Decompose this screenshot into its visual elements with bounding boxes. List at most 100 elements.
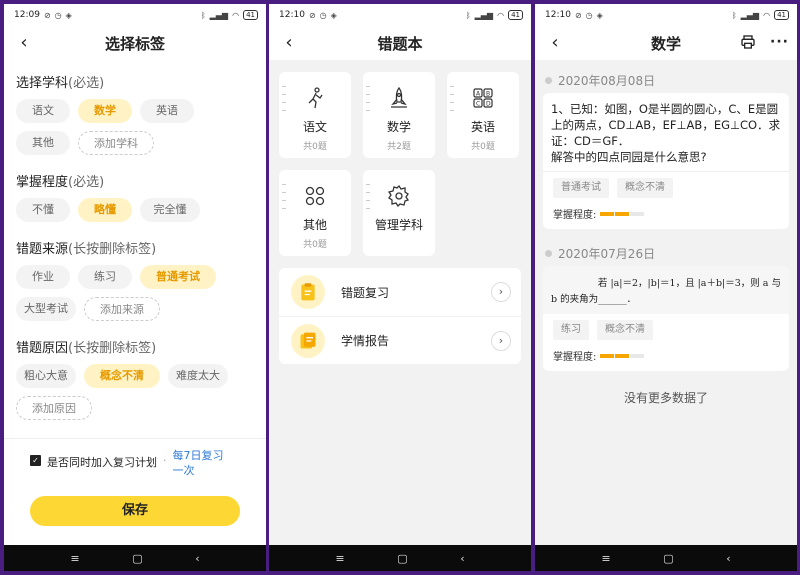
date-label: 2020年07月26日: [558, 247, 656, 261]
bluetooth-icon: ᛒ: [465, 10, 471, 20]
tag-other[interactable]: 其他: [16, 131, 70, 155]
app-notification-icon: ◈: [65, 10, 72, 20]
alarm-icon: ◷: [319, 10, 327, 20]
chevron-right-icon: ›: [491, 282, 511, 302]
status-bar: 12:09 ⊘ ◷ ◈ ᛒ ▂▄▆ ◠ 41: [4, 4, 266, 26]
subject-count: 共0题: [303, 142, 327, 152]
question-tag: 概念不清: [597, 320, 653, 340]
list-item-label: 学情报告: [341, 334, 390, 348]
bluetooth-icon: ᛒ: [200, 10, 206, 20]
alarm-icon: ◷: [54, 10, 62, 20]
list-item-report[interactable]: 学情报告 ›: [279, 316, 521, 364]
mastery-level: 掌握程度:: [543, 340, 789, 371]
add-subject-button[interactable]: 添加学科: [78, 131, 154, 155]
page-title: 数学: [650, 34, 681, 53]
tag-too-difficult[interactable]: 难度太大: [168, 364, 228, 388]
abcd-icon: A B C D: [473, 88, 493, 108]
add-reason-button[interactable]: 添加原因: [16, 396, 92, 420]
subject-card-other[interactable]: 其他 共0题: [279, 170, 351, 256]
mute-icon: ⊘: [574, 10, 582, 20]
tag-unclear-concept[interactable]: 概念不清: [84, 364, 160, 388]
mute-icon: ⊘: [308, 10, 316, 20]
printer-icon[interactable]: [740, 34, 756, 50]
page-title: 选择标签: [104, 34, 165, 53]
select-tags-screen: 12:09 ⊘ ◷ ◈ ᛒ ▂▄▆ ◠ 41 ‹ 选择标签 选择学科(必选) 语…: [4, 4, 266, 571]
home-icon[interactable]: ▢: [663, 552, 673, 565]
battery-icon: 41: [508, 10, 523, 20]
svg-text:C: C: [476, 101, 480, 108]
back-arrow-icon[interactable]: ‹: [14, 32, 34, 54]
section-mastery: 掌握程度(必选): [16, 175, 105, 190]
list-item-review[interactable]: 错题复习 ›: [279, 268, 521, 316]
add-source-button[interactable]: 添加来源: [84, 297, 160, 321]
rocket-icon: [391, 86, 407, 108]
back-icon[interactable]: ‹: [195, 552, 199, 565]
tag-not-understand[interactable]: 不懂: [16, 198, 70, 222]
clipboard-icon: [291, 275, 325, 309]
subject-card-english[interactable]: A B C D 英语 共0题: [447, 72, 519, 158]
date-header: 2020年08月08日: [535, 60, 797, 89]
menu-icon[interactable]: ≡: [70, 552, 79, 565]
status-time: 12:09: [14, 10, 40, 20]
more-icon[interactable]: ···: [770, 35, 789, 49]
back-arrow-icon[interactable]: ‹: [279, 32, 299, 54]
signal-icon: ▂▄▆: [209, 10, 229, 20]
status-time: 12:10: [545, 10, 571, 20]
save-button[interactable]: 保存: [30, 496, 240, 526]
system-nav-bar: ≡ ▢ ‹: [535, 545, 797, 571]
no-more-data-label: 没有更多数据了: [623, 391, 708, 405]
signal-icon: ▂▄▆: [474, 10, 494, 20]
subject-card-math[interactable]: 数学 共2题: [363, 72, 435, 158]
mastery-bar: [600, 353, 645, 358]
review-interval-link[interactable]: 每7日复习一次: [173, 448, 233, 478]
question-image: 若 |a|＝2，|b|＝1，且 |a＋b|＝3，则 a 与 b 的夹角为____…: [543, 266, 789, 314]
back-icon[interactable]: ‹: [726, 552, 730, 565]
manage-subjects-label: 管理学科: [374, 218, 423, 232]
question-text: 1、已知：如图，O是半圆的圆心，C、E是圆上的两点，CD⊥AB，EF⊥AB，EG…: [551, 102, 781, 164]
review-plan-label: 是否同时加入复习计划: [47, 456, 157, 469]
menu-icon[interactable]: ≡: [335, 552, 344, 565]
status-time: 12:10: [279, 10, 305, 20]
back-arrow-icon[interactable]: ‹: [545, 32, 565, 54]
subject-count: 共0题: [471, 142, 495, 152]
home-icon[interactable]: ▢: [397, 552, 407, 565]
nav-bar: ‹ 数学 ···: [535, 26, 797, 60]
wrong-questions-screen: 12:10 ⊘ ◷ ◈ ᛒ ▂▄▆ ◠ 41 ‹ 错题本 语文 共0题 数学 共…: [269, 4, 531, 571]
wifi-icon: ◠: [232, 10, 240, 20]
tag-regular-exam[interactable]: 普通考试: [140, 265, 216, 289]
date-header: 2020年07月26日: [535, 229, 797, 262]
wifi-icon: ◠: [497, 10, 505, 20]
status-bar: 12:10 ⊘ ◷ ◈ ᛒ ▂▄▆ ◠ 41: [535, 4, 797, 26]
tag-slightly-understand[interactable]: 略懂: [78, 198, 132, 222]
question-tag: 练习: [553, 320, 589, 340]
tag-major-exam[interactable]: 大型考试: [16, 297, 76, 321]
chevron-right-icon: ›: [491, 330, 511, 351]
tag-chinese[interactable]: 语文: [16, 99, 70, 123]
mastery-bar: [600, 211, 645, 216]
question-card[interactable]: 若 |a|＝2，|b|＝1，且 |a＋b|＝3，则 a 与 b 的夹角为____…: [543, 266, 789, 371]
list-item-label: 错题复习: [341, 285, 390, 300]
manage-subjects-card[interactable]: 管理学科: [363, 170, 435, 256]
subject-name: 数学: [386, 120, 411, 134]
menu-icon[interactable]: ≡: [601, 552, 610, 565]
subject-count: 共2题: [387, 142, 411, 152]
tag-fully-understand[interactable]: 完全懂: [140, 198, 200, 222]
separator-dot: ·: [163, 454, 167, 467]
home-icon[interactable]: ▢: [132, 552, 142, 565]
tag-math[interactable]: 数学: [78, 99, 132, 123]
subject-card-chinese[interactable]: 语文 共0题: [279, 72, 351, 158]
tag-english[interactable]: 英语: [140, 99, 194, 123]
date-label: 2020年08月08日: [558, 74, 656, 88]
tag-careless[interactable]: 粗心大意: [16, 364, 76, 388]
date-dot-icon: [545, 250, 552, 257]
report-icon: [291, 323, 325, 358]
question-card[interactable]: 1、已知：如图，O是半圆的圆心，C、E是圆上的两点，CD⊥AB，EF⊥AB，EG…: [543, 93, 789, 229]
app-notification-icon: ◈: [330, 10, 337, 20]
tag-homework[interactable]: 作业: [16, 265, 70, 289]
nav-bar: ‹ 选择标签: [4, 26, 266, 60]
svg-text:B: B: [486, 91, 490, 98]
review-plan-checkbox[interactable]: ✓: [30, 455, 41, 466]
back-icon[interactable]: ‹: [460, 552, 464, 565]
mute-icon: ⊘: [43, 10, 51, 20]
tag-practice[interactable]: 练习: [78, 265, 132, 289]
